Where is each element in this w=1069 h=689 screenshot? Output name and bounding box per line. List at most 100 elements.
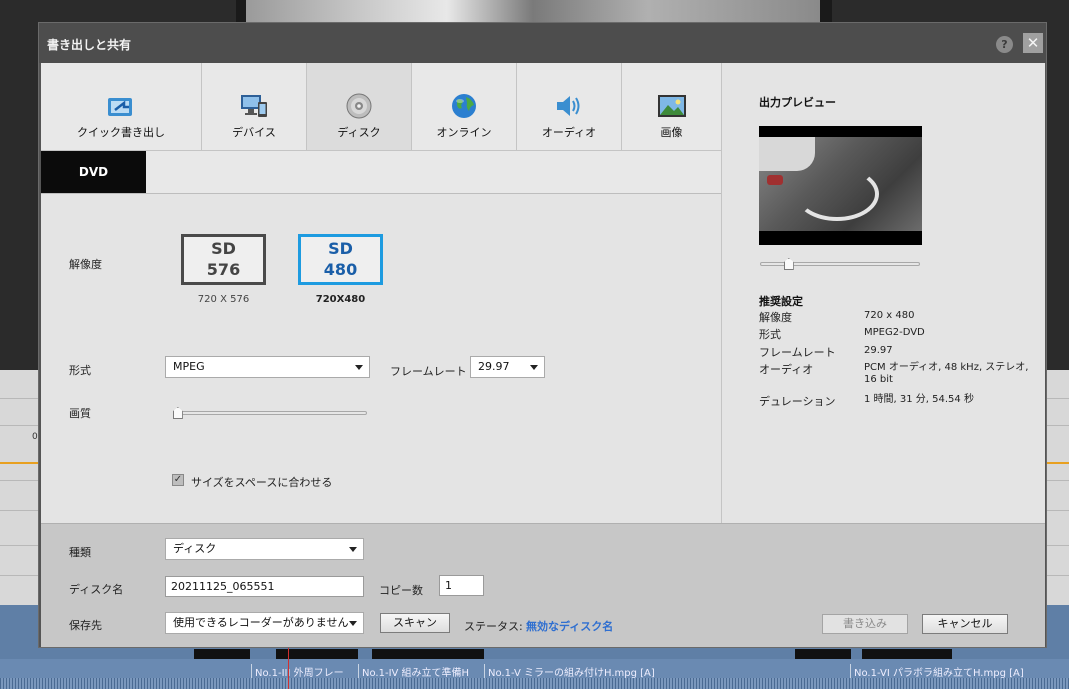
rec-value: PCM オーディオ, 48 kHz, ステレオ, 16 bit — [864, 362, 1029, 385]
ruler-mark: 0 — [32, 432, 38, 442]
close-button[interactable]: ✕ — [1023, 33, 1043, 53]
resolution-caption: 720X480 — [315, 294, 366, 305]
resolution-option-sd480[interactable]: SD 480 — [298, 234, 383, 285]
scan-button[interactable]: スキャン — [380, 613, 450, 633]
track-divider — [1046, 575, 1069, 576]
resolution-option-sd576[interactable]: SD 576 — [181, 234, 266, 285]
tab-label: ディスク — [337, 126, 381, 139]
rec-key: 解像度 — [759, 311, 792, 324]
chevron-down-icon — [349, 547, 357, 552]
cancel-button[interactable]: キャンセル — [922, 614, 1008, 634]
disc-name-label: ディスク名 — [69, 583, 124, 596]
resolution-label: 解像度 — [69, 258, 102, 271]
disc-name-input[interactable]: 20211125_065551 — [165, 576, 364, 597]
video-frame-image — [246, 0, 820, 22]
track-divider — [1046, 480, 1069, 481]
quick-export-icon — [108, 98, 132, 116]
format-value: MPEG — [173, 360, 205, 373]
track-divider — [0, 425, 40, 426]
burn-button[interactable]: 書き込み — [822, 614, 908, 634]
preview-scrubber-thumb[interactable] — [783, 258, 794, 270]
save-to-value: 使用できるレコーダーがありません — [173, 616, 349, 629]
tab-quick-export[interactable]: クイック書き出し — [41, 63, 202, 151]
track-divider — [0, 480, 40, 481]
type-value: ディスク — [173, 542, 217, 555]
track-divider — [0, 510, 40, 511]
fit-to-space-checkbox[interactable]: ✓ — [172, 474, 184, 486]
rec-key: デュレーション — [759, 395, 836, 408]
rec-key: フレームレート — [759, 346, 836, 359]
fit-to-space-label: サイズをスペースに合わせる — [191, 476, 333, 489]
preview-video — [759, 126, 922, 245]
resolution-option-top: SD — [211, 239, 236, 258]
track-divider — [0, 398, 40, 399]
tab-label: 画像 — [660, 126, 683, 139]
rec-value: MPEG2-DVD — [864, 327, 925, 338]
rec-key: 形式 — [759, 328, 781, 341]
chevron-down-icon — [355, 365, 363, 370]
framerate-select[interactable]: 29.97 — [470, 356, 545, 378]
save-to-label: 保存先 — [69, 619, 102, 632]
disc-icon — [346, 93, 372, 119]
quality-label: 画質 — [69, 407, 91, 420]
resolution-caption: 720 X 576 — [197, 294, 250, 305]
framerate-value: 29.97 — [478, 360, 510, 373]
track-divider — [1046, 425, 1069, 426]
rec-key: オーディオ — [759, 363, 814, 376]
timeline-clip[interactable]: No.1-IV 組み立て準備H — [358, 664, 484, 679]
tab-disc[interactable]: ディスク — [307, 63, 412, 151]
rec-value: 720 x 480 — [864, 310, 915, 321]
tab-online[interactable]: オンライン — [412, 63, 517, 151]
rec-value: 1 時間, 31 分, 54.54 秒 — [864, 394, 974, 405]
tab-image[interactable]: 画像 — [622, 63, 721, 151]
copies-label: コピー数 — [379, 584, 423, 597]
tab-label: オンライン — [436, 126, 492, 139]
tab-label: オーディオ — [541, 126, 597, 139]
playhead-range-right — [1046, 462, 1069, 464]
format-select[interactable]: MPEG — [165, 356, 370, 378]
playhead-range-left — [0, 462, 40, 464]
save-to-select[interactable]: 使用できるレコーダーがありません — [165, 612, 364, 634]
subtab-dvd[interactable]: DVD — [41, 151, 146, 193]
status-label: ステータス: — [464, 620, 523, 633]
export-share-dialog: 書き出しと共有 ? ✕ クイック書き出し デバイス ディスク オンライン オーデ… — [38, 22, 1047, 648]
resolution-option-bottom: 480 — [323, 260, 358, 279]
track-divider — [1046, 398, 1069, 399]
type-label: 種類 — [69, 546, 91, 559]
track-panel-right — [1046, 370, 1069, 630]
dialog-titlebar[interactable]: 書き出しと共有 ? ✕ — [39, 23, 1046, 63]
copies-input[interactable]: 1 — [439, 575, 484, 596]
tab-label: デバイス — [232, 126, 276, 139]
type-select[interactable]: ディスク — [165, 538, 364, 560]
tab-device[interactable]: デバイス — [202, 63, 307, 151]
output-options-panel: 種類 ディスク ディスク名 20211125_065551 コピー数 1 保存先… — [41, 523, 1045, 647]
quality-slider-thumb[interactable] — [172, 407, 183, 419]
globe-icon — [452, 94, 476, 118]
track-header-left — [0, 370, 40, 630]
resolution-option-top: SD — [328, 239, 353, 258]
speaker-icon — [557, 96, 580, 116]
device-icon — [241, 95, 267, 117]
format-label: 形式 — [69, 364, 91, 377]
timeline-clip[interactable]: No.1-III 外周フレー — [251, 664, 358, 679]
help-button[interactable]: ? — [996, 36, 1013, 53]
status-value: 無効なディスク名 — [526, 620, 614, 633]
subtab-bar: DVD — [41, 151, 721, 194]
framerate-label: フレームレート — [390, 365, 467, 378]
track-divider — [0, 575, 40, 576]
quality-slider[interactable] — [174, 411, 367, 415]
recommended-settings-title: 推奨設定 — [759, 295, 803, 308]
resolution-option-bottom: 576 — [206, 260, 241, 279]
export-settings-panel: クイック書き出し デバイス ディスク オンライン オーディオ 画像 DVD 解像… — [41, 63, 721, 523]
image-icon — [657, 95, 686, 117]
rec-value: 29.97 — [864, 345, 893, 356]
preview-thumbnail — [759, 137, 922, 231]
timeline-clip[interactable]: No.1-VI パラボラ組み立てH.mpg [A] — [850, 664, 1030, 679]
dialog-title: 書き出しと共有 — [47, 38, 132, 52]
track-divider — [1046, 545, 1069, 546]
output-preview-panel: 出力プレビュー 推奨設定 解像度 720 x 480 形式 MPEG2-DVD … — [721, 63, 1045, 523]
tab-audio[interactable]: オーディオ — [517, 63, 622, 151]
tab-label: クイック書き出し — [77, 126, 165, 139]
track-divider — [0, 545, 40, 546]
timeline-clip[interactable]: No.1-V ミラーの組み付けH.mpg [A] — [484, 664, 850, 679]
